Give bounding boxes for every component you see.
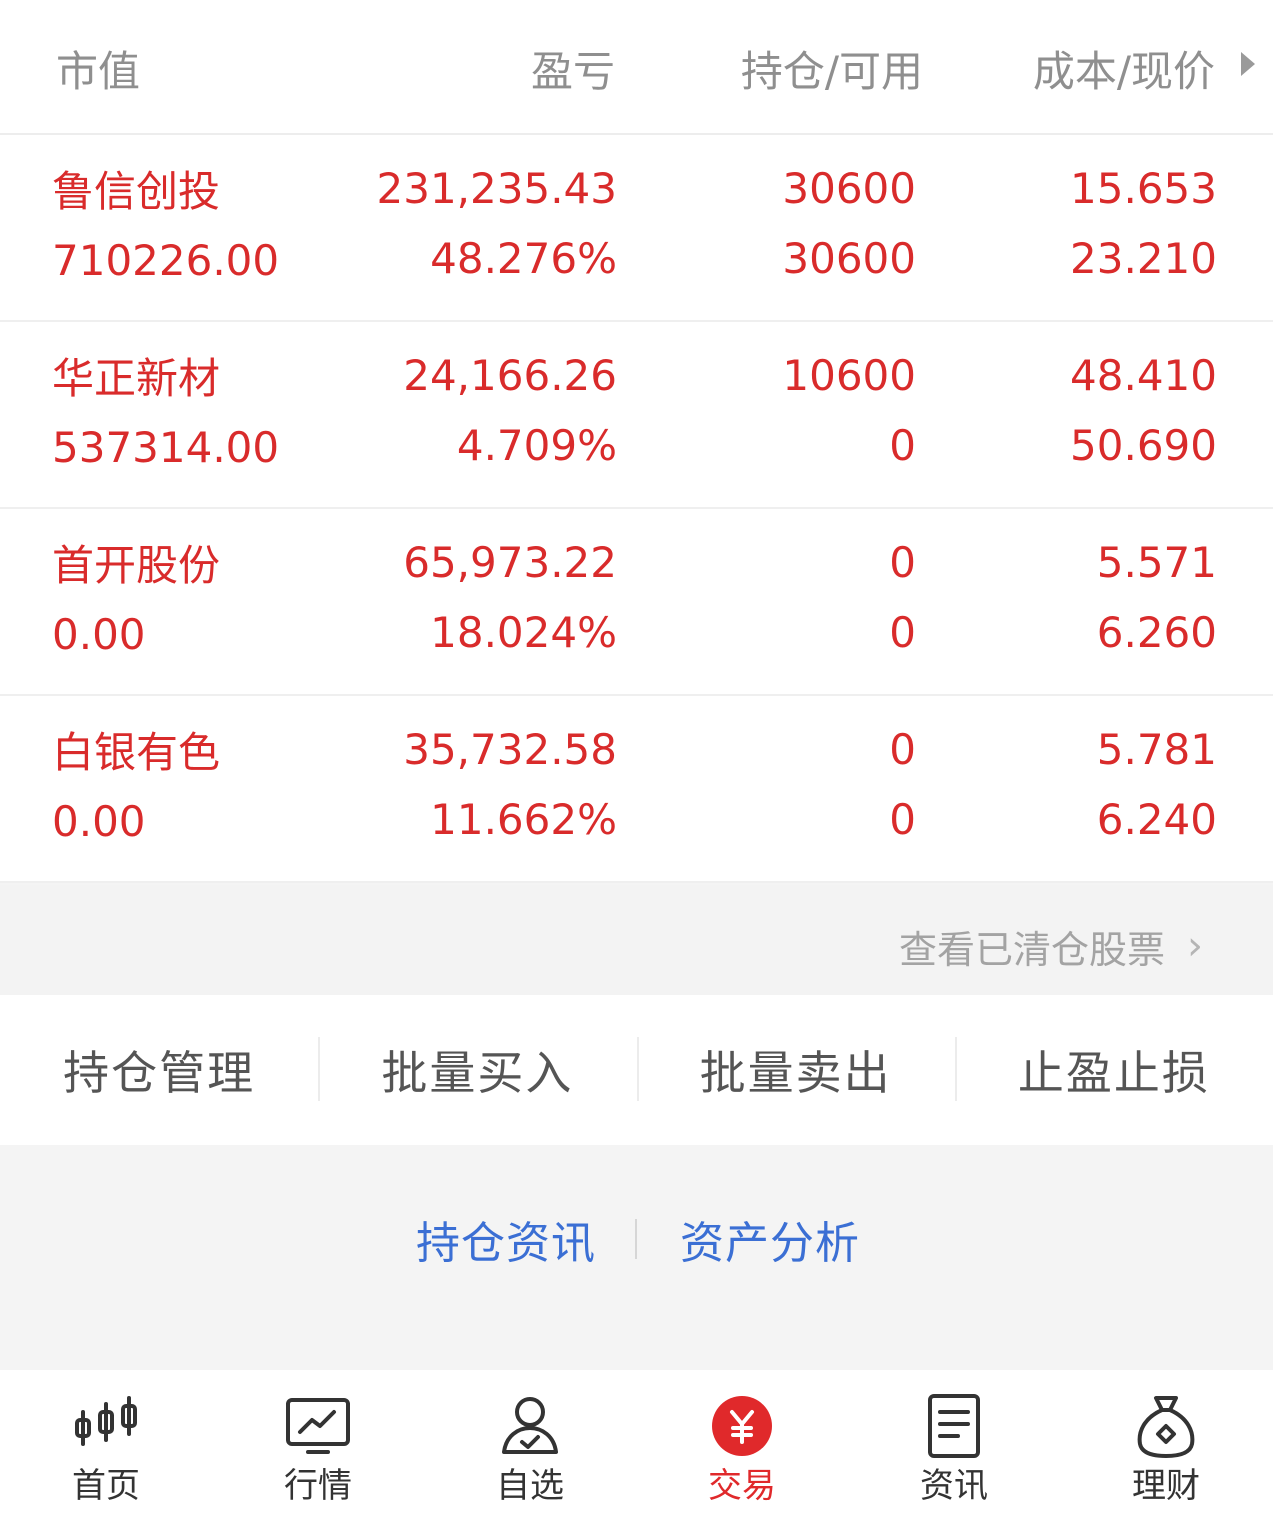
pnl-percent: 11.662%: [430, 795, 617, 844]
tab-label: 首页: [72, 1466, 140, 1506]
stock-name: 华正新材: [52, 354, 221, 403]
tab-watchlist[interactable]: 自选: [424, 1370, 636, 1529]
chevron-right-icon: ›: [1187, 923, 1203, 969]
available-qty: 0: [889, 795, 916, 844]
batch-buy-button[interactable]: 批量买入: [318, 995, 636, 1145]
asset-analysis-link[interactable]: 资产分析: [680, 1207, 860, 1271]
market-value: 0.00: [52, 797, 146, 846]
tab-home[interactable]: 首页: [0, 1370, 212, 1529]
link-divider: [635, 1219, 637, 1259]
candlestick-icon: [75, 1396, 137, 1446]
market-value: 0.00: [52, 610, 146, 659]
header-market-value: 市值: [56, 47, 141, 96]
position-row[interactable]: 白银有色 0.00 35,732.58 11.662% 0 0 5.781 6.…: [0, 696, 1273, 883]
current-price: 6.240: [1096, 795, 1217, 844]
cost-price: 5.571: [1096, 538, 1217, 587]
tab-trade[interactable]: 交易: [636, 1370, 848, 1529]
view-cleared-label: 查看已清仓股票: [898, 928, 1165, 972]
position-row[interactable]: 鲁信创投 710226.00 231,235.43 48.276% 30600 …: [0, 135, 1273, 322]
position-row[interactable]: 华正新材 537314.00 24,166.26 4.709% 10600 0 …: [0, 322, 1273, 509]
holding-qty: 10600: [782, 351, 916, 400]
tab-label: 行情: [284, 1466, 352, 1506]
header-pnl: 盈亏: [530, 47, 615, 96]
pnl-amount: 65,973.22: [403, 538, 617, 587]
stock-name: 首开股份: [52, 541, 221, 590]
available-qty: 0: [889, 608, 916, 657]
holding-qty: 30600: [782, 164, 916, 213]
pnl-amount: 231,235.43: [376, 164, 617, 213]
tab-market[interactable]: 行情: [212, 1370, 424, 1529]
take-profit-stop-loss-button[interactable]: 止盈止损: [954, 995, 1273, 1145]
holding-qty: 0: [889, 538, 916, 587]
cost-price: 48.410: [1070, 351, 1217, 400]
pnl-amount: 35,732.58: [403, 725, 617, 774]
pnl-percent: 48.276%: [430, 234, 617, 283]
scroll-right-arrow-icon[interactable]: [1241, 52, 1255, 76]
positions-list: 鲁信创投 710226.00 231,235.43 48.276% 30600 …: [0, 135, 1273, 883]
info-links: 持仓资讯 资产分析: [0, 1145, 1273, 1370]
cost-price: 15.653: [1070, 164, 1217, 213]
money-bag-icon: [1137, 1396, 1195, 1458]
tab-wealth[interactable]: 理财: [1060, 1370, 1272, 1529]
pnl-percent: 4.709%: [456, 421, 617, 470]
action-bar: 持仓管理 批量买入 批量卖出 止盈止损: [0, 995, 1273, 1145]
available-qty: 0: [889, 421, 916, 470]
market-value: 710226.00: [52, 236, 280, 285]
batch-sell-button[interactable]: 批量卖出: [636, 995, 955, 1145]
user-check-icon: [502, 1397, 558, 1454]
tab-label: 交易: [708, 1466, 776, 1506]
stock-name: 鲁信创投: [52, 167, 221, 216]
stock-name: 白银有色: [52, 728, 221, 777]
position-row[interactable]: 首开股份 0.00 65,973.22 18.024% 0 0 5.571 6.…: [0, 509, 1273, 696]
yen-circle-icon: [712, 1396, 772, 1456]
view-cleared-stocks[interactable]: 查看已清仓股票 ›: [0, 885, 1273, 995]
document-icon: [928, 1394, 980, 1458]
bottom-tab-bar: 首页 行情 自选 交易 资讯 理财: [0, 1370, 1273, 1529]
header-holding-available: 持仓/可用: [740, 47, 923, 96]
pnl-percent: 18.024%: [430, 608, 617, 657]
tab-label: 理财: [1132, 1466, 1200, 1506]
cost-price: 5.781: [1096, 725, 1217, 774]
position-news-link[interactable]: 持仓资讯: [416, 1207, 596, 1271]
current-price: 23.210: [1070, 234, 1217, 283]
market-value: 537314.00: [52, 423, 280, 472]
pnl-amount: 24,166.26: [403, 351, 617, 400]
chart-icon: [286, 1398, 350, 1454]
tab-label: 资讯: [920, 1466, 988, 1506]
current-price: 6.260: [1096, 608, 1217, 657]
position-management-button[interactable]: 持仓管理: [0, 995, 318, 1145]
header-cost-price: 成本/现价: [1032, 47, 1215, 96]
available-qty: 30600: [782, 234, 916, 283]
current-price: 50.690: [1070, 421, 1217, 470]
holding-qty: 0: [889, 725, 916, 774]
tab-label: 自选: [496, 1466, 564, 1506]
positions-header: 市值 盈亏 持仓/可用 成本/现价: [0, 0, 1273, 135]
tab-news[interactable]: 资讯: [848, 1370, 1060, 1529]
